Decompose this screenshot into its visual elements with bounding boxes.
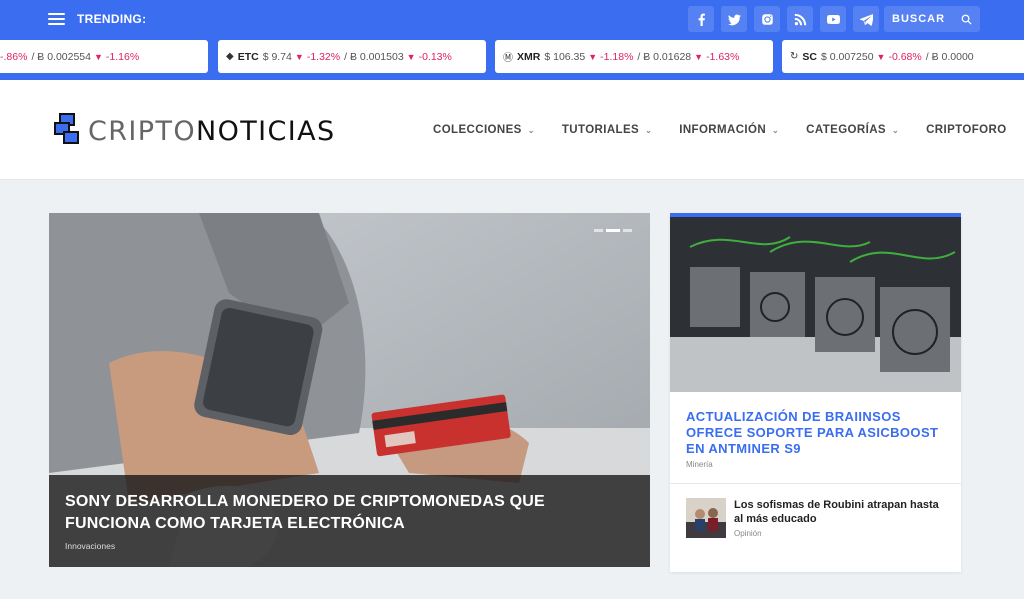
side-article-category[interactable]: Minería	[670, 457, 961, 469]
ticker-symbol: SC	[802, 50, 817, 63]
nav-item-categorias[interactable]: CATEGORÍAS ⌄	[806, 124, 899, 136]
price-ticker: -.86% / Ƀ 0.002554 ▼ -1.16% ◆ ETC $ 9.74…	[0, 40, 1024, 73]
nav-label: INFORMACIÓN	[679, 124, 767, 136]
featured-article[interactable]: SONY DESARROLLA MONEDERO DE CRIPTOMONEDA…	[49, 213, 650, 567]
slider-indicators[interactable]	[594, 229, 632, 232]
ticker-usd-price: $ 106.35	[544, 50, 586, 63]
ticker-change-btc: -1.63%	[706, 50, 740, 63]
nav-item-criptoforo[interactable]: CRIPTOFORO	[926, 124, 1006, 136]
chevron-down-icon: ⌄	[772, 125, 780, 135]
instagram-icon[interactable]	[754, 6, 780, 32]
ticker-change-usd: -.86%	[0, 50, 28, 63]
logo-text-part2: NOTICIAS	[196, 115, 336, 147]
chevron-down-icon: ⌄	[527, 125, 535, 135]
down-arrow-icon: ▼	[694, 51, 704, 62]
nav-label: TUTORIALES	[561, 124, 640, 136]
logo-mark-icon	[54, 113, 79, 144]
nav-item-informacion[interactable]: INFORMACIÓN ⌄	[679, 124, 779, 136]
ticker-change-usd: -1.32%	[306, 50, 341, 63]
telegram-icon[interactable]	[853, 6, 879, 32]
chevron-down-icon: ⌄	[891, 125, 900, 135]
ticker-symbol: XMR	[517, 50, 541, 63]
rss-icon[interactable]	[787, 6, 813, 32]
menu-icon[interactable]	[48, 13, 65, 25]
trending-label: TRENDING:	[77, 12, 147, 26]
ticker-btc-price: / Ƀ 0.001503	[344, 50, 404, 63]
nav-label: CATEGORÍAS	[806, 124, 886, 136]
logo-text: CRIPTONOTICIAS	[88, 116, 336, 147]
top-bar: TRENDING: -.86% / Ƀ 0.002554 ▼ -1.16% ◆ …	[0, 0, 1024, 80]
side-article-image[interactable]	[670, 217, 961, 392]
ticker-item[interactable]: ◆ ETC $ 9.74 ▼ -1.32% / Ƀ 0.001503 ▼ -0.…	[218, 40, 486, 73]
mini-article-thumbnail[interactable]	[686, 498, 726, 538]
down-arrow-icon: ▼	[588, 51, 598, 62]
ticker-change-btc: -1.16%	[105, 50, 140, 63]
nav-label: CRIPTOFORO	[926, 124, 1007, 136]
search-input[interactable]	[892, 13, 952, 25]
ticker-item[interactable]: -.86% / Ƀ 0.002554 ▼ -1.16%	[0, 40, 208, 73]
ticker-btc-price: / Ƀ 0.002554	[31, 50, 91, 63]
site-header: CRIPTONOTICIAS COLECCIONES ⌄ TUTORIALES ⌄ …	[0, 80, 1024, 180]
search-icon[interactable]	[961, 14, 972, 25]
ticker-btc-price: / Ƀ 0.0000	[925, 50, 974, 63]
search-box[interactable]	[884, 6, 980, 32]
side-article-title[interactable]: ACTUALIZACIÓN DE BRAIINSOS OFRECE SOPORT…	[670, 392, 961, 457]
etc-coin-icon: ◆	[226, 51, 234, 62]
ticker-symbol: ETC	[237, 50, 259, 63]
logo-text-part1: CRIPTO	[88, 115, 197, 147]
sc-coin-icon: ↻	[790, 51, 799, 62]
ticker-change-usd: -0.68%	[888, 50, 922, 63]
mini-article-category[interactable]: Opinión	[734, 529, 945, 538]
chevron-down-icon: ⌄	[645, 125, 653, 135]
down-arrow-icon: ▼	[294, 51, 304, 62]
ticker-change-usd: -1.18%	[600, 50, 634, 63]
side-article-card: ACTUALIZACIÓN DE BRAIINSOS OFRECE SOPORT…	[670, 213, 961, 572]
facebook-icon[interactable]	[688, 6, 714, 32]
ticker-usd-price: $ 0.007250	[820, 50, 874, 63]
twitter-icon[interactable]	[721, 6, 747, 32]
main-nav: COLECCIONES ⌄ TUTORIALES ⌄ INFORMACIÓN ⌄ CA…	[433, 124, 1024, 136]
featured-title[interactable]: SONY DESARROLLA MONEDERO DE CRIPTOMONEDA…	[65, 491, 634, 535]
xmr-coin-icon: Ⓜ	[503, 53, 513, 64]
youtube-icon[interactable]	[820, 6, 846, 32]
mini-article[interactable]: Los sofismas de Roubini atrapan hasta al…	[670, 484, 961, 538]
nav-item-tutoriales[interactable]: TUTORIALES ⌄	[562, 124, 652, 136]
down-arrow-icon: ▼	[876, 51, 886, 62]
nav-item-colecciones[interactable]: COLECCIONES ⌄	[433, 124, 535, 136]
ticker-usd-price: $ 9.74	[262, 50, 292, 63]
featured-caption: SONY DESARROLLA MONEDERO DE CRIPTOMONEDA…	[49, 475, 650, 567]
ticker-item[interactable]: Ⓜ XMR $ 106.35 ▼ -1.18% / Ƀ 0.01628 ▼ -1…	[495, 40, 773, 73]
nav-label: COLECCIONES	[433, 124, 522, 136]
ticker-change-btc: -0.13%	[418, 50, 452, 63]
mini-article-title[interactable]: Los sofismas de Roubini atrapan hasta al…	[734, 498, 945, 526]
social-links	[688, 6, 879, 32]
featured-category[interactable]: Innovaciones	[65, 541, 634, 551]
site-logo[interactable]: CRIPTONOTICIAS	[54, 113, 336, 149]
down-arrow-icon: ▼	[94, 51, 103, 62]
ticker-item[interactable]: ↻ SC $ 0.007250 ▼ -0.68% / Ƀ 0.0000	[782, 40, 1024, 73]
down-arrow-icon: ▼	[406, 51, 416, 62]
ticker-btc-price: / Ƀ 0.01628	[637, 50, 692, 63]
